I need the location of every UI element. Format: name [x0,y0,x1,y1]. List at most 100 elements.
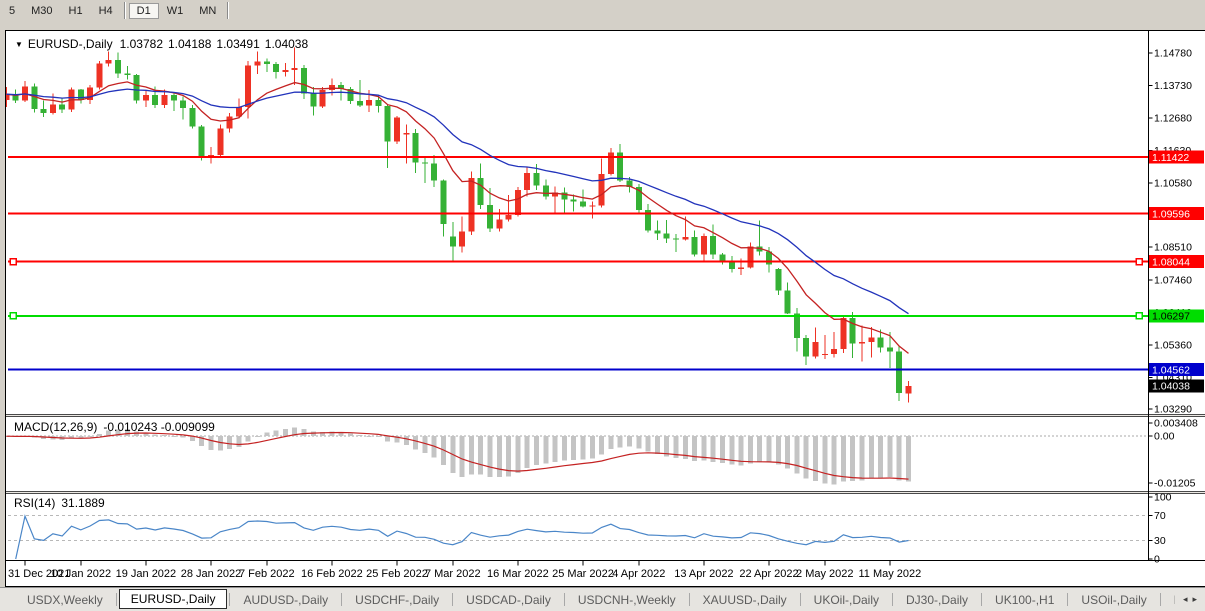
candle-body [747,247,753,268]
candle-body [310,93,316,106]
line-selection-handle[interactable] [1136,313,1142,319]
macd-bar [590,436,595,458]
macd-bar [488,436,493,477]
date-tick-label: 19 Jan 2022 [116,568,177,580]
candle-body [431,163,437,180]
tabs-scroll-left-icon[interactable]: ◂ [1183,594,1188,605]
tab-usdcad-daily[interactable]: USDCAD-,Daily [455,590,562,610]
candle-body [487,205,493,228]
tabs-scroll-right-icon[interactable]: ▸ [1192,594,1197,605]
macd-bar [162,435,167,436]
moving-average-line-25 [6,89,908,314]
tab-usdchf-daily[interactable]: USDCHF-,Daily [344,590,450,610]
moving-average-line-10 [6,82,908,354]
candle-body [599,174,605,206]
macd-bar [357,435,362,436]
macd-bar [497,436,502,477]
tab-separator [452,593,453,606]
ohlc-high-value: 1.04188 [168,37,211,51]
tab-usdcnh-weekly[interactable]: USDCNH-,Weekly [567,590,687,610]
toolbar-separator [124,2,126,19]
symbol-collapse-arrow-icon[interactable]: ▼ [15,40,23,49]
price-tick-label: 1.12680 [1154,113,1192,125]
candle-body [794,314,800,338]
tab-xauusd-daily[interactable]: XAUUSD-,Daily [692,590,798,610]
macd-bar [553,436,558,462]
macd-bar [404,436,409,445]
tab-eurusd-daily[interactable]: EURUSD-,Daily [119,589,228,609]
line-selection-handle[interactable] [10,259,16,265]
tab-uk100-h1[interactable]: UK100-,H1 [984,590,1065,610]
rsi-tick-label: 0 [1154,554,1160,566]
rsi-line [16,516,909,559]
date-tick-label: 7 Feb 2022 [239,568,295,580]
price-badge-label: 1.09596 [1152,208,1190,220]
candle-body [264,61,270,63]
macd-bar [246,436,251,441]
timeframe-d1[interactable]: D1 [129,3,159,19]
candle-body [50,104,56,112]
price-chart-canvas[interactable]: 1.147801.137301.126801.116301.105801.095… [6,31,1205,584]
chart-window[interactable]: 1.147801.137301.126801.116301.105801.095… [5,30,1205,587]
candle-body [245,65,251,107]
candle-body [375,100,381,106]
candle-body [96,64,102,88]
candle-body [710,236,716,255]
candle-body [199,127,205,157]
chart-symbol-title: EURUSD-,Daily [28,37,113,51]
rsi-indicator-label: RSI(14)31.1889 [14,496,105,510]
candle-body [171,95,177,101]
candle-body [450,237,456,247]
candle-body [682,237,688,239]
candle-body [422,162,428,163]
macd-values: -0.010243 -0.009099 [103,420,214,434]
macd-bar [832,436,837,484]
candle-body [496,219,502,228]
tab-usoil-daily[interactable]: USOil-,Daily [1070,590,1157,610]
line-selection-handle[interactable] [10,313,16,319]
timeframe-5[interactable]: 5 [1,3,23,19]
macd-bar [757,436,762,462]
candle-body [152,95,158,105]
macd-bar [860,436,865,480]
candle-body [906,386,912,394]
timeframe-h4[interactable]: H4 [91,3,121,19]
candle-body [441,181,447,224]
tab-usdx-weekly[interactable]: USDX,Weekly [16,590,114,610]
candle-body [664,233,670,238]
candle-body [803,338,809,357]
line-selection-handle[interactable] [1136,259,1142,265]
candle-body [738,267,744,269]
macd-bar [543,436,548,463]
tab-dj30-daily[interactable]: DJ30-,Daily [895,590,979,610]
candle-body [534,173,540,185]
tab-separator [1067,593,1068,606]
candle-body [840,318,846,349]
tab-audusd-daily[interactable]: AUDUSD-,Daily [232,590,339,610]
macd-bar [153,435,158,437]
timeframe-m30[interactable]: M30 [23,3,60,19]
candle-body [115,60,121,73]
macd-bar [478,436,483,475]
macd-bar [636,436,641,448]
candle-body [868,337,874,342]
tab-hk50-i[interactable]: HK50-,I [1163,590,1175,610]
tab-separator [229,593,230,606]
macd-bar [209,436,214,450]
candle-body [524,173,530,190]
rsi-name: RSI(14) [14,496,55,510]
tab-ukoil-daily[interactable]: UKOil-,Daily [803,590,890,610]
price-tick-label: 1.05360 [1154,339,1192,351]
candle-body [478,178,484,205]
macd-bar [525,436,530,468]
timeframe-h1[interactable]: H1 [61,3,91,19]
candle-body [41,109,47,113]
macd-bar [302,429,307,436]
timeframe-mn[interactable]: MN [191,3,224,19]
macd-bar [515,436,520,473]
macd-bar [571,436,576,460]
candle-body [134,75,140,100]
macd-bar [850,436,855,481]
price-tick-label: 1.07460 [1154,274,1192,286]
timeframe-w1[interactable]: W1 [159,3,192,19]
